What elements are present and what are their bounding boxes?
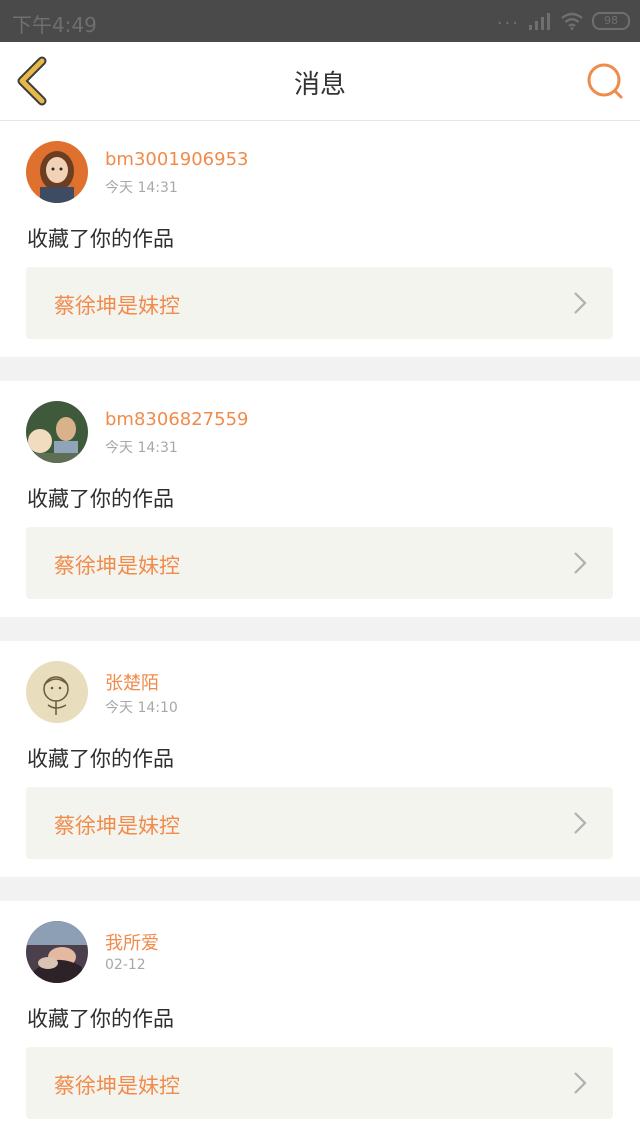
work-title: 蔡徐坤是妹控 (54, 1074, 180, 1098)
username-link[interactable]: bm3001906953 (105, 149, 248, 170)
avatar-image (26, 141, 88, 203)
username-link[interactable]: 我所爱 (105, 929, 159, 955)
work-link-card[interactable]: 蔡徐坤是妹控 (26, 267, 613, 339)
chevron-right-icon (574, 812, 587, 834)
message-action-text: 收藏了你的作品 (27, 1007, 174, 1031)
message-item: 张楚陌 今天 14:10 收藏了你的作品 蔡徐坤是妹控 (0, 641, 640, 877)
status-time: 下午4:49 (12, 13, 97, 37)
chevron-right-icon (574, 1072, 587, 1094)
avatar[interactable] (26, 921, 88, 983)
avatar[interactable] (26, 401, 88, 463)
divider (0, 357, 640, 381)
username-link[interactable]: 张楚陌 (105, 669, 159, 695)
message-item: bm3001906953 今天 14:31 收藏了你的作品 蔡徐坤是妹控 (0, 121, 640, 357)
message-time: 今天 14:31 (105, 180, 178, 196)
status-icons: ... 98 (496, 7, 630, 32)
message-action-text: 收藏了你的作品 (27, 747, 174, 771)
message-item: 我所爱 02-12 收藏了你的作品 蔡徐坤是妹控 (0, 901, 640, 1137)
search-button[interactable] (584, 60, 626, 102)
username-link[interactable]: bm8306827559 (105, 409, 248, 430)
chevron-right-icon (574, 292, 587, 314)
avatar[interactable] (26, 141, 88, 203)
signal-dots: ... (496, 7, 520, 29)
message-time: 今天 14:31 (105, 440, 178, 456)
message-time: 今天 14:10 (105, 700, 178, 716)
work-link-card[interactable]: 蔡徐坤是妹控 (26, 527, 613, 599)
battery-icon: 98 (592, 12, 630, 30)
message-action-text: 收藏了你的作品 (27, 487, 174, 511)
avatar-image (26, 661, 88, 723)
top-navigation-bar: 消息 (0, 42, 640, 121)
wifi-icon (561, 12, 583, 30)
work-title: 蔡徐坤是妹控 (54, 294, 180, 318)
page-title: 消息 (293, 70, 346, 100)
status-bar: 下午4:49 ... 98 (0, 0, 640, 42)
work-title: 蔡徐坤是妹控 (54, 554, 180, 578)
divider (0, 617, 640, 641)
avatar-image (26, 921, 88, 983)
message-action-text: 收藏了你的作品 (27, 227, 174, 251)
work-link-card[interactable]: 蔡徐坤是妹控 (26, 1047, 613, 1119)
avatar-image (26, 401, 88, 463)
battery-level: 98 (604, 14, 618, 27)
message-item: bm8306827559 今天 14:31 收藏了你的作品 蔡徐坤是妹控 (0, 381, 640, 617)
divider (0, 877, 640, 901)
cell-signal-icon (529, 13, 550, 30)
work-title: 蔡徐坤是妹控 (54, 814, 180, 838)
chevron-right-icon (574, 552, 587, 574)
avatar[interactable] (26, 661, 88, 723)
work-link-card[interactable]: 蔡徐坤是妹控 (26, 787, 613, 859)
message-list: bm3001906953 今天 14:31 收藏了你的作品 蔡徐坤是妹控 bm8… (0, 121, 640, 1137)
search-icon (587, 63, 623, 99)
message-time: 02-12 (105, 957, 146, 973)
